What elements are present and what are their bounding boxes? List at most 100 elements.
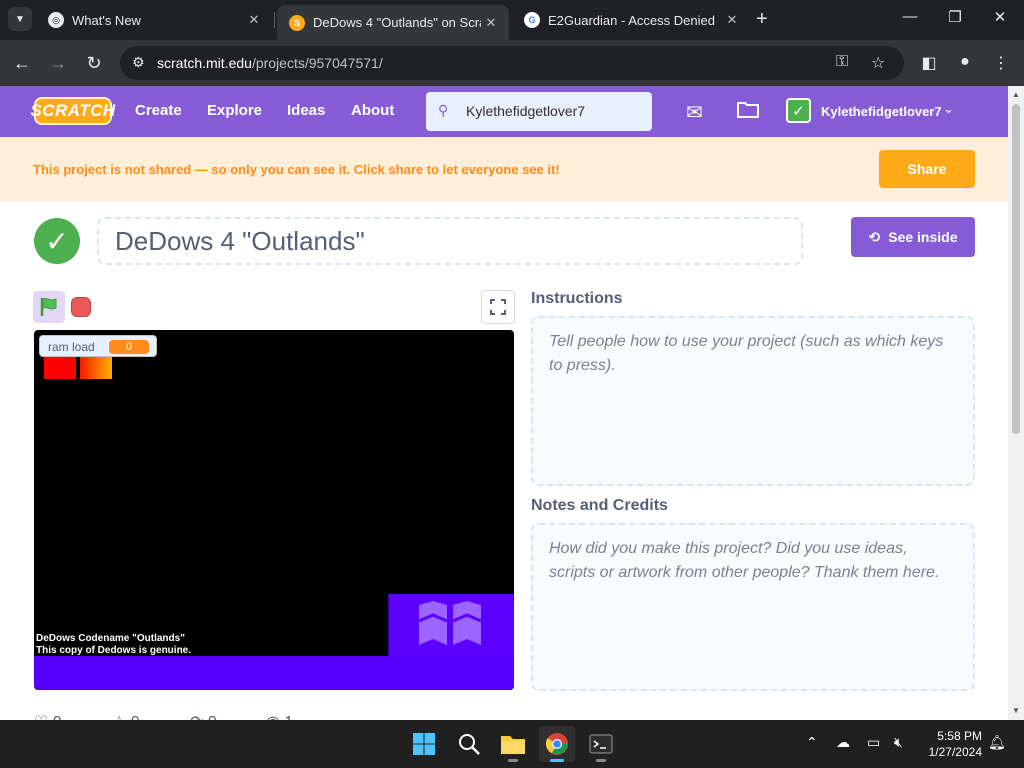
volume-muted-icon[interactable]: 🔇︎: [894, 734, 903, 751]
nav-about[interactable]: About: [351, 102, 394, 119]
minimize-icon[interactable]: —: [898, 8, 922, 25]
close-tab-icon[interactable]: ✕: [481, 15, 501, 31]
windows-logo-icon: [413, 733, 435, 755]
running-indicator: [596, 759, 606, 762]
clock-time: 5:58 PM: [937, 729, 982, 743]
red-sprite: [44, 357, 76, 379]
see-inside-label: See inside: [888, 229, 958, 245]
search-icon: [459, 734, 480, 755]
notes-textarea[interactable]: How did you make this project? Did you u…: [531, 523, 975, 691]
view-count: ◉ 1: [266, 712, 293, 720]
chevron-down-icon[interactable]: ⌄: [943, 101, 954, 117]
search-icon: ⚲: [438, 102, 449, 118]
my-stuff-icon[interactable]: [736, 99, 760, 125]
nav-create[interactable]: Create: [135, 102, 182, 119]
nav-explore[interactable]: Explore: [207, 102, 262, 119]
see-inside-button[interactable]: ⟲ See inside: [851, 217, 975, 257]
scratch-logo[interactable]: SCRATCH: [30, 97, 115, 125]
chrome-taskbar-button[interactable]: [539, 726, 575, 762]
remix-count: ⟳ 0: [190, 712, 217, 720]
project-stage[interactable]: ram load 0 DeDows Codename "Outlands" Th…: [34, 330, 514, 690]
star-icon[interactable]: ☆: [871, 53, 885, 73]
instructions-textarea[interactable]: Tell people how to use your project (suc…: [531, 316, 975, 486]
site-settings-icon[interactable]: ⚙: [132, 54, 145, 71]
scratch-favicon-icon: S: [289, 14, 305, 31]
restore-icon[interactable]: ❐: [943, 8, 967, 26]
stage-taskbar: [34, 656, 514, 690]
close-window-icon[interactable]: ✕: [988, 8, 1012, 26]
share-button[interactable]: Share: [879, 150, 975, 188]
reload-icon[interactable]: ↻: [82, 52, 106, 74]
project-status-check-icon: ✓: [34, 218, 80, 264]
menu-icon[interactable]: ⋮: [991, 53, 1011, 73]
search-input[interactable]: ⚲ Kylethefidgetlover7: [426, 92, 652, 131]
terminal-taskbar-button[interactable]: [583, 726, 619, 762]
clock-date: 1/27/2024: [928, 745, 982, 759]
start-button[interactable]: [406, 726, 442, 762]
remix-arrows-icon: ⟲: [868, 228, 881, 245]
chrome-icon: [545, 733, 568, 755]
love-count[interactable]: ♡ 0: [34, 712, 62, 720]
onedrive-icon[interactable]: ☁: [836, 734, 850, 751]
nav-ideas[interactable]: Ideas: [287, 102, 325, 119]
chrome-icon: ◎: [48, 12, 64, 28]
system-clock[interactable]: 5:58 PM 1/27/2024: [920, 728, 982, 760]
tab-title: What's New: [72, 12, 141, 28]
fullscreen-button[interactable]: [481, 290, 515, 324]
instructions-heading: Instructions: [531, 290, 623, 307]
side-panel-icon[interactable]: ◧: [919, 53, 939, 73]
green-flag-button[interactable]: [33, 291, 65, 323]
google-icon: G: [524, 12, 540, 28]
banner-message: This project is not shared — so only you…: [33, 162, 560, 177]
tab-divider: [274, 12, 275, 28]
fullscreen-icon: [490, 299, 506, 315]
green-flag-icon: [40, 298, 57, 316]
tab-scratch-project[interactable]: S DeDows 4 "Outlands" on Scratch ✕: [277, 5, 509, 40]
close-tab-icon[interactable]: ✕: [722, 12, 742, 28]
profile-icon[interactable]: ●: [955, 53, 975, 71]
search-taskbar-button[interactable]: [451, 726, 487, 762]
notes-heading: Notes and Credits: [531, 497, 668, 514]
project-title-input[interactable]: DeDows 4 "Outlands": [97, 217, 803, 265]
scroll-up-icon[interactable]: ▲: [1012, 90, 1020, 99]
browser-tab-strip: ▼ ◎ What's New ✕ S DeDows 4 "Outlands" o…: [0, 0, 1024, 40]
tab-title: E2Guardian - Access Denied: [548, 12, 715, 28]
tab-title: DeDows 4 "Outlands" on Scratch: [313, 15, 481, 30]
notification-bell-icon[interactable]: 🔔︎: [988, 734, 1006, 751]
scroll-down-icon[interactable]: ▼: [1012, 706, 1020, 715]
search-value: Kylethefidgetlover7: [466, 103, 586, 119]
running-indicator: [508, 759, 518, 762]
page-scrollbar[interactable]: ▲ ▼: [1008, 86, 1024, 720]
scrollbar-thumb[interactable]: [1012, 104, 1020, 434]
file-explorer-button[interactable]: [495, 726, 531, 762]
page-viewport: SCRATCH Create Explore Ideas About ⚲ Kyl…: [0, 86, 1008, 720]
book-logo-icon: [418, 601, 482, 645]
back-icon[interactable]: ←: [10, 52, 34, 74]
monitor-value: 0: [109, 340, 149, 354]
windows-taskbar: ⌃ ☁ ▭ 🔇︎ 5:58 PM 1/27/2024 🔔︎: [0, 720, 1024, 768]
tab-e2guardian[interactable]: G E2Guardian - Access Denied ✕: [512, 5, 750, 35]
messages-icon[interactable]: ✉: [686, 100, 703, 125]
gradient-sprite: [80, 357, 112, 379]
variable-monitor: ram load 0: [39, 335, 157, 357]
close-tab-icon[interactable]: ✕: [244, 12, 264, 28]
forward-icon[interactable]: →: [46, 52, 70, 74]
folder-icon: [501, 736, 525, 754]
network-icon[interactable]: ▭: [867, 734, 880, 751]
tab-whats-new[interactable]: ◎ What's New ✕: [36, 5, 272, 35]
stop-button[interactable]: [71, 297, 91, 317]
new-tab-button[interactable]: +: [756, 8, 768, 30]
chevron-up-icon[interactable]: ⌃: [806, 734, 818, 751]
account-username[interactable]: Kylethefidgetlover7: [821, 104, 942, 119]
browser-toolbar: ← → ↻ ⚙ scratch.mit.edu/projects/9570475…: [0, 40, 1024, 86]
scratch-navbar: SCRATCH Create Explore Ideas About ⚲ Kyl…: [0, 86, 1008, 137]
running-indicator: [550, 759, 564, 762]
favorite-count[interactable]: ☆ 0: [112, 712, 140, 720]
stage-line-1: DeDows Codename "Outlands": [36, 633, 185, 644]
address-bar[interactable]: ⚙ scratch.mit.edu/projects/957047571/ ⚿ …: [120, 46, 904, 80]
terminal-icon: [589, 734, 613, 754]
tab-search-button[interactable]: ▼: [8, 7, 32, 31]
avatar[interactable]: ✓: [786, 98, 811, 123]
key-icon[interactable]: ⚿: [836, 53, 848, 71]
not-shared-banner: This project is not shared — so only you…: [0, 137, 1008, 201]
